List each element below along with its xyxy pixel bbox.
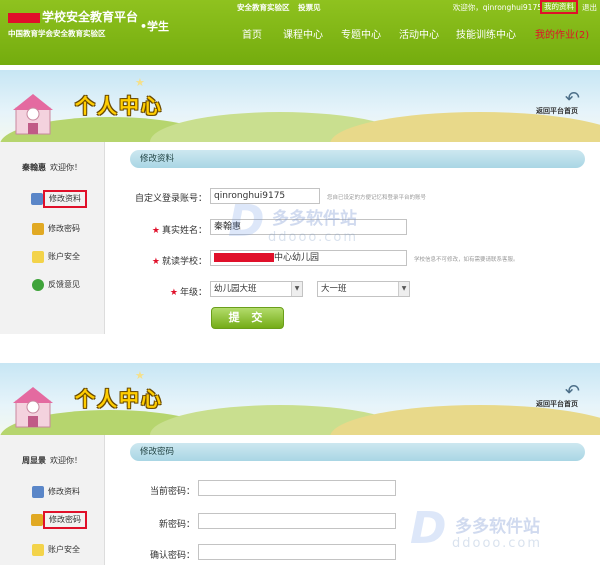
- sidebar-panel-1: 秦翰惠 欢迎你！ 修改资料 修改密码 账户安全 反馈意见: [0, 142, 105, 334]
- current-password-input[interactable]: [198, 480, 396, 496]
- welcome-text: 秦翰惠 欢迎你！: [22, 163, 82, 172]
- feedback-icon: [32, 279, 44, 291]
- class-select[interactable]: 大一班 ▼: [317, 281, 410, 297]
- school-house-icon: [13, 387, 53, 428]
- area-links: 安全教育实验区 投票见: [237, 2, 327, 13]
- sidebar-item-feedback[interactable]: 反馈意见: [32, 276, 80, 294]
- current-password-label: 当前密码：: [149, 487, 195, 497]
- redacted-region: [8, 12, 40, 23]
- sidebar-panel-2: 周显景 欢迎你！ 修改资料 修改密码 账户安全: [0, 435, 105, 565]
- star-icon: ★: [135, 76, 145, 89]
- banner-title: 个人中心: [75, 387, 163, 411]
- warning-icon: [32, 544, 44, 556]
- nav-skills[interactable]: 技能训练中心: [456, 26, 516, 41]
- new-password-input[interactable]: [198, 513, 396, 529]
- user-icon: [31, 193, 43, 205]
- confirm-password-label: 确认密码：: [149, 551, 195, 561]
- personal-center-banner: ★ 个人中心 ↶ 返回平台首页: [0, 70, 600, 142]
- watermark-logo: D: [410, 503, 447, 554]
- sidebar-item-edit-profile[interactable]: 修改资料: [31, 190, 87, 208]
- main-nav: 首页 课程中心 专题中心 活动中心 技能训练中心 我的作业(2): [0, 26, 600, 46]
- watermark-text-cn: 多多软件站: [272, 209, 357, 229]
- confirm-password-input[interactable]: [198, 544, 396, 560]
- logout-link[interactable]: 退出: [582, 2, 597, 13]
- user-icon: [32, 486, 44, 498]
- area-link-vote[interactable]: 投票见: [298, 3, 321, 12]
- school-input: 中心幼儿园: [210, 250, 407, 266]
- section-title-change-password: 修改密码: [130, 443, 585, 461]
- school-house-icon: [13, 94, 53, 135]
- top-header: 安全教育实验区 投票见 欢迎你，qinronghui9175 我的资料 退出 学…: [0, 0, 600, 65]
- chevron-down-icon: ▼: [398, 282, 409, 296]
- sidebar-item-edit-profile[interactable]: 修改资料: [32, 483, 80, 501]
- welcome-text: 周显景 欢迎你！: [22, 456, 82, 465]
- school-hint: 学校信息不可修改，如有需要请联系客服。: [414, 257, 519, 263]
- sidebar-item-change-password[interactable]: 修改密码: [31, 511, 87, 529]
- nav-courses[interactable]: 课程中心: [283, 26, 323, 41]
- nav-topics[interactable]: 专题中心: [341, 26, 381, 41]
- watermark-text-cn: 多多软件站: [455, 517, 540, 537]
- lock-icon: [32, 223, 44, 235]
- nav-activities[interactable]: 活动中心: [399, 26, 439, 41]
- area-link-lab[interactable]: 安全教育实验区: [237, 3, 290, 12]
- banner-title: 个人中心: [75, 94, 163, 118]
- new-password-label: 新密码：: [158, 520, 195, 530]
- user-greeting: 欢迎你，qinronghui9175: [452, 3, 542, 12]
- grade-select[interactable]: 幼儿园大班 ▼: [210, 281, 303, 297]
- school-label: ★ 就读学校：: [151, 257, 207, 267]
- redacted-region: [214, 253, 274, 262]
- watermark-text-en: ddooo.com: [268, 230, 359, 245]
- back-to-home-link[interactable]: 返回平台首页: [536, 106, 578, 116]
- watermark-logo: D: [228, 196, 265, 247]
- submit-button[interactable]: 提 交: [211, 307, 284, 329]
- section-title-edit-profile: 修改资料: [130, 150, 585, 168]
- chevron-down-icon: ▼: [291, 282, 302, 296]
- login-account-label: 自定义登录账号：: [134, 194, 207, 204]
- nav-home[interactable]: 首页: [242, 26, 262, 41]
- watermark-text-en: ddooo.com: [452, 536, 543, 551]
- real-name-label: ★ 真实姓名：: [151, 226, 207, 236]
- personal-center-banner-2: ★ 个人中心 ↶ 返回平台首页: [0, 363, 600, 435]
- my-info-link[interactable]: 我的资料: [540, 0, 578, 14]
- login-account-hint: 您自已设定的方便记忆和登录平台的账号: [327, 195, 427, 201]
- star-icon: ★: [135, 369, 145, 382]
- back-to-home-link[interactable]: 返回平台首页: [536, 399, 578, 409]
- lock-icon: [31, 514, 43, 526]
- logo-title: 学校安全教育平台: [42, 10, 139, 24]
- sidebar-item-account-security[interactable]: 账户安全: [32, 541, 80, 559]
- warning-icon: [32, 251, 44, 263]
- sidebar-item-account-security[interactable]: 账户安全: [32, 248, 80, 266]
- grade-label: ★ 年级：: [169, 288, 207, 298]
- nav-my-homework[interactable]: 我的作业(2): [535, 26, 589, 41]
- login-account-input[interactable]: qinronghui9175: [210, 188, 320, 204]
- sidebar-item-change-password[interactable]: 修改密码: [32, 220, 80, 238]
